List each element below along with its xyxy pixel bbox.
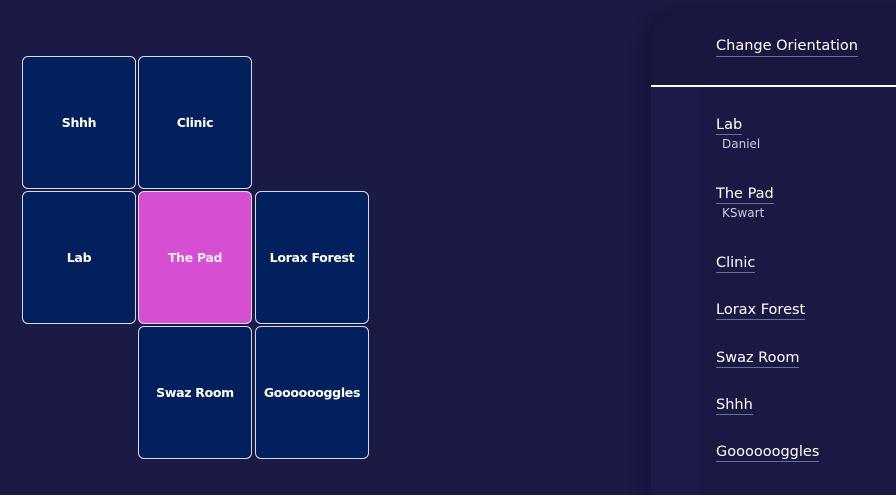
change-orientation-link[interactable]: Change Orientation: [716, 38, 858, 57]
page: Shhh Clinic Lab The Pad Lorax Forest Swa…: [0, 0, 896, 495]
room-link-lab[interactable]: Lab: [716, 117, 743, 135]
room-link-clinic[interactable]: Clinic: [716, 255, 756, 273]
list-item: The Pad KSwart: [716, 183, 774, 220]
room-link-shhh[interactable]: Shhh: [716, 397, 753, 415]
sidebar-header: Change Orientation: [651, 12, 896, 87]
list-item: Gooooooggles: [716, 441, 820, 462]
room-tile-gooooogles[interactable]: Gooooooggles: [255, 326, 369, 459]
sidebar: Change Orientation Lab Daniel The Pad KS…: [651, 12, 896, 495]
room-link-lorax-forest[interactable]: Lorax Forest: [716, 302, 806, 320]
room-user: Daniel: [722, 137, 761, 151]
room-user: KSwart: [722, 206, 765, 220]
list-item: Shhh: [716, 394, 753, 415]
room-tile-the-pad[interactable]: The Pad: [138, 191, 252, 324]
list-item: Swaz Room: [716, 347, 800, 368]
room-tile-lab[interactable]: Lab: [22, 191, 136, 324]
room-link-gooooogles[interactable]: Gooooooggles: [716, 444, 820, 462]
room-tile-clinic[interactable]: Clinic: [138, 56, 252, 189]
room-tile-lorax-forest[interactable]: Lorax Forest: [255, 191, 369, 324]
room-list: Lab Daniel The Pad KSwart Clinic Lorax F…: [700, 87, 896, 495]
list-item: Clinic: [716, 252, 756, 273]
room-tile-swaz-room[interactable]: Swaz Room: [138, 326, 252, 459]
room-tile-shhh[interactable]: Shhh: [22, 56, 136, 189]
room-link-the-pad[interactable]: The Pad: [716, 186, 774, 204]
list-item: Lorax Forest: [716, 299, 806, 320]
list-item: Lab Daniel: [716, 114, 760, 151]
room-link-swaz-room[interactable]: Swaz Room: [716, 350, 800, 368]
